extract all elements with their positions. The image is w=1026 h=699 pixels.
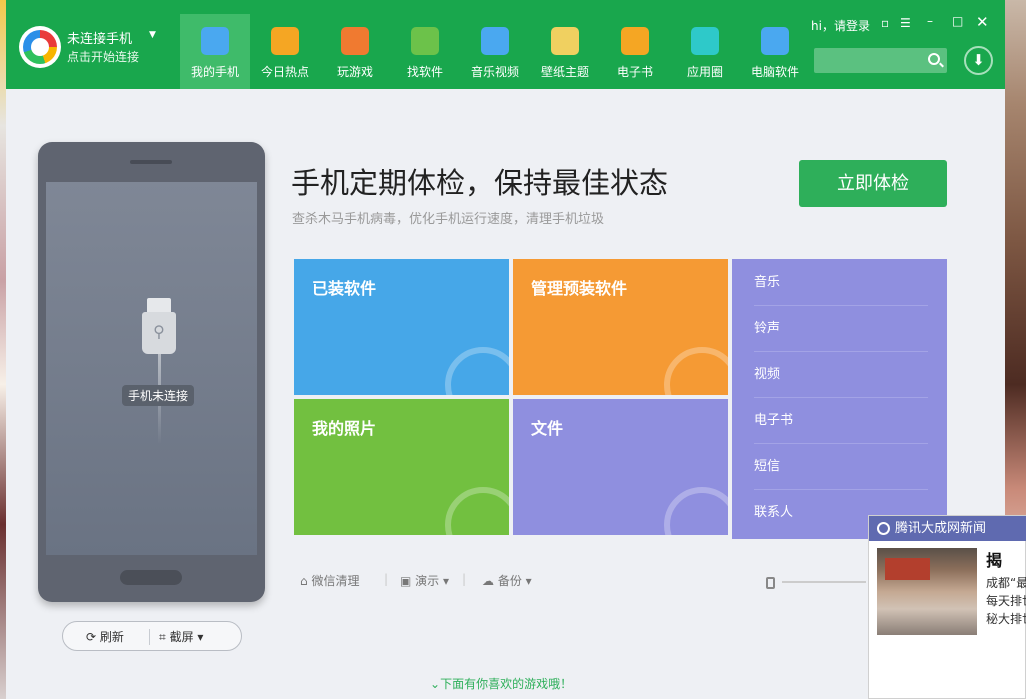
folder-icon [664, 487, 728, 535]
chevron-down-icon: ⌄ [430, 677, 441, 691]
gamepad-icon [341, 27, 369, 55]
refresh-icon: ⟳ [86, 630, 100, 644]
tile-installed-apps[interactable]: 已装软件 [294, 259, 509, 395]
tile-files[interactable]: 文件 [513, 399, 728, 535]
wechat-clean-button[interactable]: ⌂ 微信清理 [300, 572, 359, 589]
news-thumbnail[interactable] [877, 548, 977, 635]
nav-app-circle[interactable]: 应用圈 [670, 14, 740, 89]
divider: | [384, 572, 389, 586]
screenshot-button[interactable]: ⌗ 截屏 ▾ [159, 628, 203, 645]
circle-icon [691, 27, 719, 55]
popup-header: 腾讯大成网新闻 [869, 516, 1026, 541]
more-games-link[interactable]: ⌄下面有你喜欢的游戏哦！ [430, 675, 572, 692]
broom-icon: ⌂ [300, 574, 312, 588]
nav-pc-software[interactable]: 电脑软件 [740, 14, 810, 89]
phone-illustration: ⚲ 手机未连接 [38, 142, 265, 602]
media-item-sms[interactable]: 短信 [754, 444, 928, 490]
close-icon[interactable]: ✕ [976, 13, 989, 31]
nav-today-hot[interactable]: 今日热点 [250, 14, 320, 89]
backup-button[interactable]: ☁ 备份 ▾ [482, 572, 532, 589]
tile-my-photos[interactable]: 我的照片 [294, 399, 509, 535]
login-link[interactable]: hi，请登录 [811, 17, 870, 34]
media-item-video[interactable]: 视频 [754, 352, 928, 398]
nav-ebook[interactable]: 电子书 [600, 14, 670, 89]
news-popup[interactable]: 腾讯大成网新闻 揭 成都“最 每天排世 秘大排世 [868, 515, 1026, 699]
wallpaper-icon [551, 27, 579, 55]
news-headline[interactable]: 揭 [986, 547, 1002, 571]
photo-icon [445, 487, 509, 535]
menu-icon[interactable]: ☰ [900, 16, 911, 30]
minimize-icon[interactable]: – [927, 14, 933, 28]
connection-status[interactable]: 未连接手机 [67, 28, 132, 47]
header-bar: 未连接手机 点击开始连接 ▼ 我的手机 今日热点 玩游戏 找软件 音乐视频 壁纸… [6, 0, 1005, 89]
cloud-icon: ☁ [482, 574, 498, 588]
search-icon[interactable] [928, 53, 940, 65]
chevron-down-icon: ▾ [439, 574, 450, 588]
search-input[interactable] [814, 48, 947, 73]
divider: | [462, 572, 467, 586]
star-icon [271, 27, 299, 55]
demo-button[interactable]: ▣ 演示 ▾ [400, 572, 449, 589]
chevron-down-icon: ▾ [193, 630, 204, 644]
connect-link[interactable]: 点击开始连接 [67, 48, 139, 65]
news-summary: 成都“最 每天排世 秘大排世 [986, 576, 1026, 626]
tencent-icon [877, 522, 890, 535]
book-icon [621, 27, 649, 55]
media-item-music[interactable]: 音乐 [754, 260, 928, 306]
android-icon [411, 27, 439, 55]
download-icon[interactable]: ⬇ [964, 46, 993, 75]
nav-my-phone[interactable]: 我的手机 [180, 14, 250, 89]
nav-music-video[interactable]: 音乐视频 [460, 14, 530, 89]
page-title: 手机定期体检，保持最佳状态 [291, 166, 669, 200]
monitor-icon [761, 27, 789, 55]
maximize-icon[interactable]: □ [952, 14, 963, 28]
usb-icon: ⚲ [142, 298, 176, 354]
phone-small-icon [766, 577, 775, 589]
chevron-down-icon[interactable]: ▼ [149, 30, 156, 40]
zoom-slider[interactable] [782, 581, 866, 583]
nav-find-apps[interactable]: 找软件 [390, 14, 460, 89]
page-subtitle: 查杀木马手机病毒，优化手机运行速度，清理手机垃圾 [292, 212, 605, 227]
screen-icon: ▣ [400, 574, 416, 588]
phone-speaker [130, 160, 172, 164]
checkup-button[interactable]: 立即体检 [799, 160, 947, 207]
nav-wallpaper[interactable]: 壁纸主题 [530, 14, 600, 89]
nav-games[interactable]: 玩游戏 [320, 14, 390, 89]
phone-icon [201, 27, 229, 55]
wrench-icon [664, 347, 728, 395]
divider [149, 629, 150, 645]
phone-home-button [120, 570, 182, 585]
phone-actions: ⟳ 刷新 ⌗ 截屏 ▾ [62, 621, 242, 651]
app-logo[interactable] [19, 26, 61, 68]
media-menu: 音乐 铃声 视频 电子书 短信 联系人 [732, 259, 947, 539]
message-icon[interactable]: ▫ [881, 16, 889, 30]
refresh-button[interactable]: ⟳ 刷新 [86, 628, 124, 645]
tile-preinstalled-apps[interactable]: 管理预装软件 [513, 259, 728, 395]
phone-screen: ⚲ 手机未连接 [46, 182, 257, 555]
chevron-down-icon: ▾ [521, 574, 532, 588]
phone-status-label: 手机未连接 [122, 385, 195, 406]
play-icon [481, 27, 509, 55]
media-item-ebook[interactable]: 电子书 [754, 398, 928, 444]
media-item-ringtone[interactable]: 铃声 [754, 306, 928, 352]
app-window: 未连接手机 点击开始连接 ▼ 我的手机 今日热点 玩游戏 找软件 音乐视频 壁纸… [6, 0, 1005, 699]
apps-icon [445, 347, 509, 395]
crop-icon: ⌗ [159, 630, 170, 644]
